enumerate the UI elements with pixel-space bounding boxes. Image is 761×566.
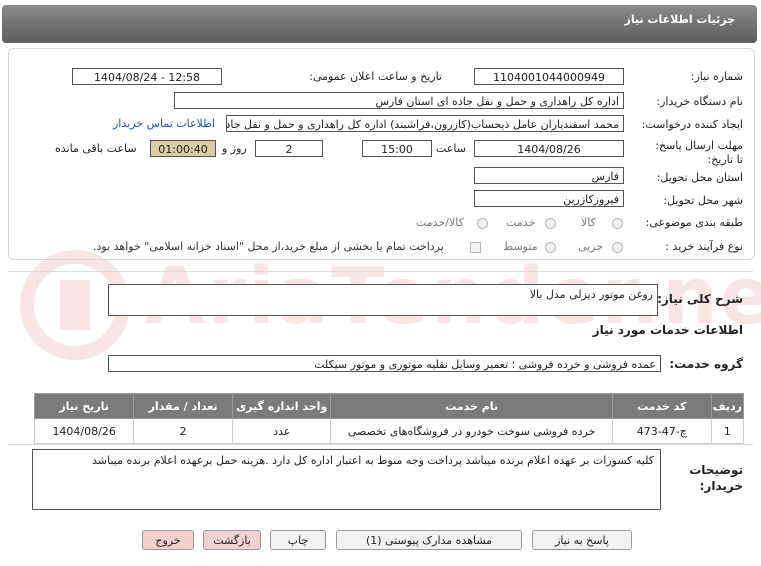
- service-group-label: گروه خدمت:: [669, 357, 743, 371]
- notes-text: کلیه کسورات بر عهده اعلام برنده میباشد پ…: [92, 454, 654, 467]
- city-label: شهر محل تحویل:: [663, 194, 743, 207]
- category-khedmat-radio[interactable]: [545, 218, 556, 229]
- category-kala-label: کالا: [581, 216, 596, 229]
- province-label: استان محل تحویل:: [656, 171, 743, 184]
- table-header-row: تاریخ نیاز تعداد / مقدار واحد اندازه گیر…: [33, 393, 745, 419]
- days-field: 2: [255, 140, 323, 157]
- deadline-time-field: 15:00: [362, 140, 432, 157]
- requester-label: ایجاد کننده درخواست:: [641, 118, 743, 131]
- col-header-name: نام خدمت: [330, 393, 613, 419]
- col-header-date: تاریخ نیاز: [33, 393, 135, 419]
- notes-label: توضیحات خریدار:: [689, 463, 743, 493]
- payment-note: پرداخت تمام یا بخشی از مبلغ خرید،از محل …: [93, 240, 444, 253]
- announce-field: 1404/08/24 - 12:58: [72, 68, 222, 85]
- cell-name: خرده فروشی سوخت خودرو در فروشگاه‌های تخص…: [330, 418, 613, 444]
- col-header-qty: تعداد / مقدار: [133, 393, 233, 419]
- cell-qty: 2: [133, 418, 233, 444]
- category-kala-radio[interactable]: [612, 218, 623, 229]
- cell-date: 1404/08/26: [33, 418, 135, 444]
- remaining-time-label: ساعت باقی مانده: [55, 142, 137, 155]
- services-section-title: اطلاعات خدمات مورد نیاز: [592, 323, 743, 337]
- divider: [8, 271, 753, 272]
- service-group-field: عمده فروشی و خرده فروشی ؛ تعمیر وسایل نق…: [108, 355, 661, 372]
- summary-label: شرح کلی نیاز:: [657, 292, 743, 306]
- col-header-row: ردیف: [710, 393, 745, 419]
- purchase-type-minor-label: جزیی: [578, 240, 604, 253]
- category-khedmat-label: خدمت: [506, 216, 536, 229]
- need-number-label: شماره نیاز:: [690, 70, 743, 83]
- city-field: فیروزکازرین: [474, 190, 624, 207]
- deadline-date-field: 1404/08/26: [474, 140, 624, 157]
- province-field: فارس: [474, 167, 624, 184]
- notes-textarea[interactable]: کلیه کسورات بر عهده اعلام برنده میباشد پ…: [32, 449, 661, 510]
- attachments-button[interactable]: مشاهده مدارک پیوستی (1): [336, 530, 522, 550]
- summary-textarea[interactable]: روغن موتور دیزلی مدل بالا: [108, 284, 658, 316]
- days-label: روز و: [222, 142, 247, 155]
- remaining-time-field: 01:00:40: [150, 140, 216, 157]
- buyer-org-field: اداره کل راهداری و حمل و نقل جاده ای است…: [174, 92, 624, 109]
- purchase-type-minor-radio[interactable]: [612, 242, 623, 253]
- cell-code: چ-47-473: [611, 418, 712, 444]
- purchase-type-medium-label: متوسط: [503, 240, 538, 253]
- back-button[interactable]: بازگشت: [203, 530, 261, 550]
- deadline-label: مهلت ارسال پاسخ: تا تاریخ:: [655, 139, 743, 166]
- treasury-payment-checkbox[interactable]: [470, 242, 481, 253]
- summary-text: روغن موتور دیزلی مدل بالا: [529, 288, 653, 301]
- exit-button[interactable]: خروج: [142, 530, 194, 550]
- category-kala-khedmat-radio[interactable]: [477, 218, 488, 229]
- print-button[interactable]: چاپ: [270, 530, 326, 550]
- buyer-org-label: نام دستگاه خریدار:: [656, 95, 743, 108]
- requester-field: محمد اسفندیاران عامل ذیحساب(کازرون،فراشب…: [226, 115, 624, 132]
- table-row: 1404/08/26 2 عدد خرده فروشی سوخت خودرو د…: [33, 418, 745, 444]
- category-label: طبقه بندی موضوعی:: [645, 216, 743, 229]
- col-header-unit: واحد اندازه گیری: [231, 393, 332, 419]
- reply-button[interactable]: پاسخ به نیاز: [532, 530, 632, 550]
- cell-row: 1: [710, 418, 745, 444]
- contact-buyer-link[interactable]: اطلاعات تماس خریدار: [113, 117, 215, 130]
- deadline-time-label: ساعت: [436, 142, 466, 155]
- divider: [8, 444, 753, 445]
- category-kala-khedmat-label: کالا/خدمت: [416, 216, 464, 229]
- cell-unit: عدد: [231, 418, 332, 444]
- page-title: جزئیات اطلاعات نیاز: [624, 13, 736, 26]
- purchase-type-medium-radio[interactable]: [545, 242, 556, 253]
- announce-label: تاریخ و ساعت اعلان عمومی:: [309, 70, 442, 83]
- items-table: تاریخ نیاز تعداد / مقدار واحد اندازه گیر…: [33, 393, 745, 444]
- need-number-field: 1104001044000949: [474, 68, 624, 85]
- col-header-code: کد خدمت: [611, 393, 712, 419]
- purchase-type-label: نوع فرآیند خرید :: [665, 240, 743, 253]
